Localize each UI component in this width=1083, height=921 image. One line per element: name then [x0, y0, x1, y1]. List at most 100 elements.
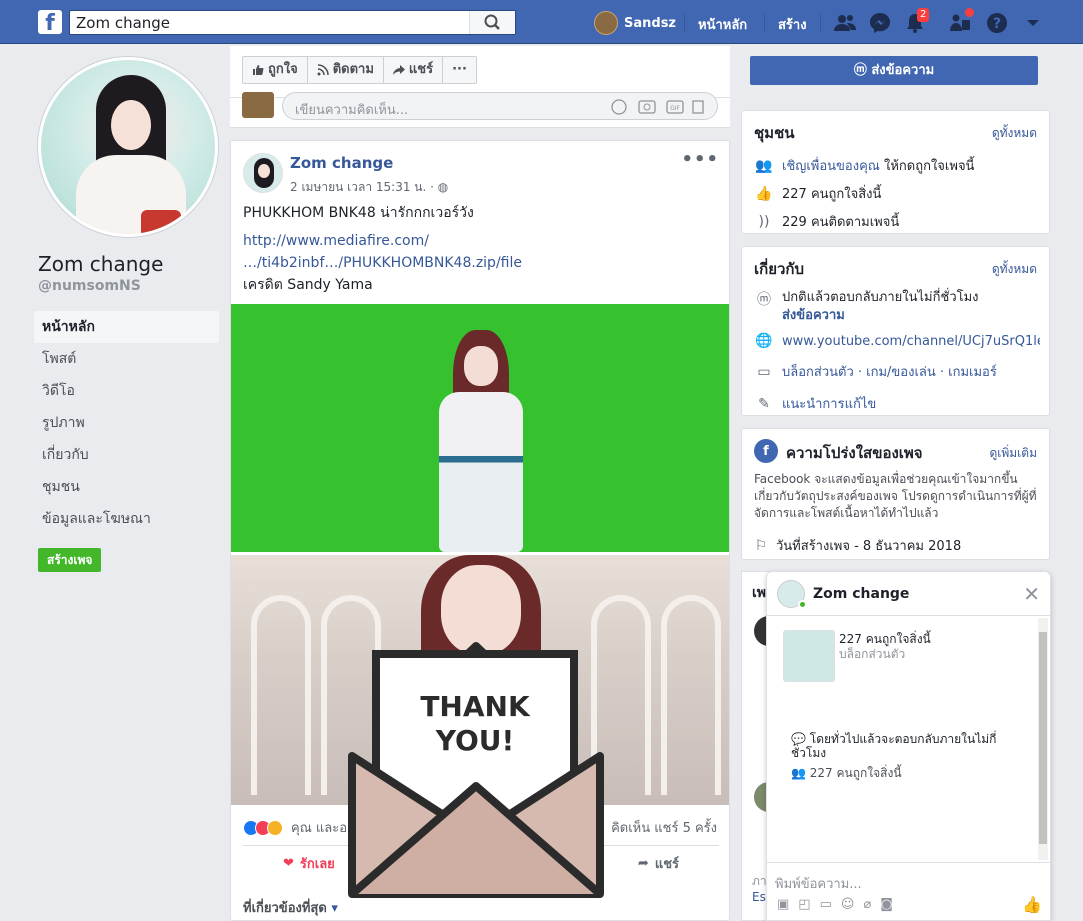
- page-handle[interactable]: @numsomNS: [38, 278, 141, 294]
- chat-likes-info: 👥 227 คนถูกใจสิ่งนี้: [791, 766, 902, 780]
- close-icon[interactable]: ✕: [1023, 582, 1040, 606]
- share-arrow-icon: ➦: [637, 856, 649, 871]
- send-message-button[interactable]: ⓜ ส่งข้อความ: [750, 56, 1038, 85]
- page-title[interactable]: Zom change: [38, 252, 163, 276]
- suggest-edit-row: ✎ แนะนำการแก้ไข: [754, 393, 876, 414]
- help-icon[interactable]: ?: [985, 11, 1009, 35]
- thank-you-envelope-sticker: THANK YOU!: [348, 642, 604, 898]
- community-card: ชุมชน ดูทั้งหมด 👥 เชิญเพื่อนของคุณ ให้กด…: [741, 110, 1050, 234]
- post-author-name[interactable]: Zom change: [290, 154, 393, 172]
- chevron-down-icon[interactable]: [1021, 11, 1045, 35]
- search-box: [69, 10, 516, 35]
- globe-icon: 🌐: [755, 333, 773, 349]
- nav-create-link[interactable]: สร้าง: [778, 14, 807, 35]
- post-timestamp[interactable]: 2 เมษายน เวลา 15:31 น. · ◍: [290, 178, 448, 197]
- thumbs-up-icon[interactable]: 👍: [1022, 895, 1042, 914]
- youtube-link[interactable]: www.youtube.com/channel/UCj7uSrQ1let: [782, 334, 1040, 349]
- online-status-dot: [798, 600, 807, 609]
- transparency-see-more-link[interactable]: ดูเพิ่มเติม: [989, 444, 1037, 463]
- search-input[interactable]: [70, 11, 470, 34]
- create-page-button[interactable]: สร้างเพจ: [38, 548, 102, 572]
- chat-header[interactable]: Zom change ✕: [767, 572, 1050, 616]
- nav-item-photos[interactable]: รูปภาพ: [34, 407, 219, 439]
- about-see-all-link[interactable]: ดูทั้งหมด: [992, 260, 1037, 279]
- nav-item-about[interactable]: เกี่ยวกับ: [34, 439, 219, 471]
- share-button[interactable]: ➦ แชร์: [638, 853, 679, 874]
- page-action-bar: ถูกใจ ติดตาม แชร์ ···: [230, 46, 730, 98]
- messenger-icon[interactable]: [868, 11, 892, 35]
- comment-input[interactable]: เขียนความคิดเห็น... GIF: [282, 92, 718, 120]
- created-row: ⚐ วันที่สร้างเพจ - 8 ธันวาคม 2018: [754, 537, 962, 555]
- post-stats[interactable]: คิดเห็น แชร์ 5 ครั้ง: [611, 817, 717, 838]
- camera-icon[interactable]: ◙: [880, 897, 893, 912]
- facebook-logo-icon: f: [754, 439, 778, 463]
- about-send-message-link[interactable]: ส่งข้อความ: [782, 308, 845, 323]
- like-page-button[interactable]: ถูกใจ: [243, 57, 308, 83]
- gif-icon[interactable]: ▭: [820, 897, 832, 912]
- messenger-icon: ⓜ: [757, 292, 771, 308]
- chat-category: บล็อกส่วนตัว: [839, 647, 906, 661]
- comment-sort-dropdown[interactable]: ที่เกี่ยวข้องที่สุด ▾: [243, 897, 338, 918]
- notification-badge: 2: [917, 8, 930, 22]
- chat-message-input[interactable]: พิมพ์ข้อความ...: [775, 873, 862, 894]
- heart-icon: ❤: [283, 856, 294, 871]
- post-image-greenscreen[interactable]: [231, 304, 729, 552]
- avatar: [242, 92, 274, 118]
- svg-text:GIF: GIF: [670, 105, 680, 112]
- nav-item-community[interactable]: ชุมชน: [34, 471, 219, 503]
- people-icon: 👥: [791, 766, 810, 780]
- invite-friends-link[interactable]: เชิญเพื่อนของคุณ: [782, 159, 880, 174]
- page-nav: หน้าหลัก โพสต์ วิดีโอ รูปภาพ เกี่ยวกับ ช…: [34, 311, 219, 535]
- page-action-buttons: ถูกใจ ติดตาม แชร์ ···: [242, 56, 477, 84]
- chat-scrollbar[interactable]: [1038, 618, 1048, 860]
- nav-divider: [764, 14, 765, 32]
- community-title: ชุมชน: [754, 124, 795, 142]
- post-options-icon[interactable]: •••: [681, 149, 719, 170]
- more-options-button[interactable]: ···: [443, 57, 476, 83]
- post-credit: เครดิต Sandy Yama: [243, 277, 373, 293]
- people-icon: 👥: [755, 157, 773, 174]
- follow-page-button[interactable]: ติดตาม: [308, 57, 384, 83]
- post-author-avatar[interactable]: [243, 153, 283, 193]
- sticker-icon[interactable]: ◰: [798, 897, 810, 912]
- nav-home-link[interactable]: หน้าหลัก: [698, 14, 747, 35]
- chat-response-time: 💬 โดยทั่วไปแล้วจะตอบกลับภายในไม่กี่ชั่วโ…: [791, 732, 997, 760]
- suggest-edit-link[interactable]: แนะนำการแก้ไข: [782, 393, 876, 414]
- categories-link[interactable]: บล็อกส่วนตัว · เกม/ของเล่น · เกมเมอร์: [782, 361, 997, 382]
- post-reactions[interactable]: คุณ และอ: [243, 817, 347, 838]
- svg-text:?: ?: [993, 16, 1001, 32]
- friend-requests-icon[interactable]: [833, 11, 857, 35]
- facebook-logo-icon[interactable]: f: [38, 10, 62, 34]
- thank-you-line-1: THANK: [420, 690, 531, 723]
- search-button[interactable]: [469, 11, 515, 34]
- profile-picture[interactable]: [38, 57, 218, 237]
- rss-icon: [317, 64, 329, 76]
- avatar: [594, 11, 618, 35]
- website-row: 🌐 www.youtube.com/channel/UCj7uSrQ1let: [754, 333, 1040, 349]
- attachment-icon[interactable]: ⌀: [863, 897, 871, 912]
- search-icon: [484, 14, 500, 30]
- nav-item-info-ads[interactable]: ข้อมูลและโฆษณา: [34, 503, 219, 535]
- composer-tool-icons[interactable]: GIF: [611, 99, 705, 115]
- share-page-button[interactable]: แชร์: [384, 57, 444, 83]
- photo-icon[interactable]: ▣: [777, 897, 789, 912]
- category-icon: ▭: [757, 363, 771, 380]
- nav-profile-link[interactable]: Sandsz: [594, 11, 676, 35]
- speech-bubble-icon: 💬: [791, 732, 810, 746]
- nav-divider: [820, 14, 821, 32]
- chat-page-thumbnail[interactable]: [783, 630, 835, 682]
- post-link[interactable]: http://www.mediafire.com/ …/ti4b2inbf…/P…: [243, 230, 522, 274]
- share-arrow-icon: [392, 65, 405, 75]
- about-title: เกี่ยวกับ: [754, 260, 805, 278]
- nav-item-home[interactable]: หน้าหลัก: [34, 311, 219, 343]
- love-button[interactable]: ❤ รักเลย: [283, 853, 335, 874]
- thumbs-up-icon: [253, 65, 264, 75]
- emoji-icon[interactable]: ☺: [841, 897, 855, 912]
- nav-item-videos[interactable]: วิดีโอ: [34, 375, 219, 407]
- flag-icon: ⚐: [754, 537, 768, 554]
- pencil-icon: ✎: [758, 395, 770, 412]
- chat-title: Zom change: [813, 586, 910, 602]
- user-name: Sandsz: [624, 15, 676, 31]
- community-see-all-link[interactable]: ดูทั้งหมด: [992, 124, 1037, 143]
- nav-item-posts[interactable]: โพสต์: [34, 343, 219, 375]
